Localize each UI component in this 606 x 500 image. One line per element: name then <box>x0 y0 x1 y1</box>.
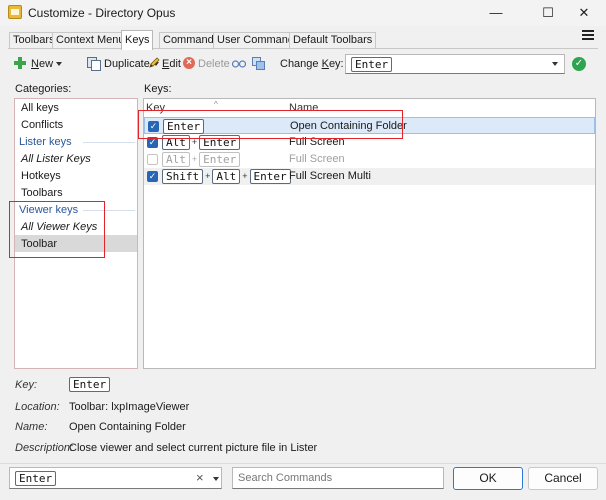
command-name: Full Screen Multi <box>289 170 371 182</box>
table-row[interactable]: ✓ Shift + Alt + Enter Full Screen Multi <box>144 168 595 185</box>
key-chip: Alt <box>212 169 241 184</box>
category-toolbars[interactable]: Toolbars <box>21 185 63 202</box>
change-key-label: Change Key: <box>280 58 344 70</box>
category-all-lister-keys[interactable]: All Lister Keys <box>21 151 91 168</box>
cancel-button[interactable]: Cancel <box>528 467 598 490</box>
command-name: Full Screen <box>289 153 345 165</box>
tab-divider <box>8 48 598 49</box>
ok-button[interactable]: OK <box>453 467 523 490</box>
key-chip: Shift <box>162 169 204 184</box>
key-chip: Enter <box>351 57 393 72</box>
detail-location-value: Toolbar: lxpImageViewer <box>69 401 190 413</box>
change-key-input[interactable]: Enter <box>345 54 565 74</box>
detail-name-label: Name: <box>15 421 48 433</box>
search-placeholder: Search Commands <box>238 472 333 484</box>
glasses-icon[interactable] <box>232 58 246 68</box>
delete-button[interactable]: Delete <box>198 55 230 73</box>
close-button[interactable]: ✕ <box>562 0 606 26</box>
key-combo: Shift + Alt + Enter <box>162 169 291 184</box>
divider <box>83 142 135 143</box>
detail-description-label: Description: <box>15 442 74 454</box>
categories-label: Categories: <box>15 83 72 95</box>
category-all-keys[interactable]: All keys <box>21 100 59 117</box>
checkbox[interactable]: ✓ <box>147 171 158 182</box>
duplicate-icon <box>87 57 101 71</box>
plus-separator: + <box>205 171 211 181</box>
tab-default-toolbars[interactable]: Default Toolbars <box>289 32 377 48</box>
detail-key-label: Key: <box>15 379 38 391</box>
key-combo: Alt + Enter <box>162 152 241 167</box>
plus-icon <box>14 57 26 69</box>
apply-check-icon[interactable]: ✓ <box>572 57 586 71</box>
detail-name-value: Open Containing Folder <box>69 421 186 433</box>
chevron-down-icon[interactable] <box>213 477 219 481</box>
minimize-button[interactable]: — <box>474 0 518 26</box>
delete-icon: × <box>183 57 195 69</box>
pencil-icon <box>149 57 160 68</box>
search-commands-input[interactable]: Search Commands <box>232 467 444 489</box>
lister-keys-heading: Lister keys <box>19 136 72 148</box>
clear-icon[interactable]: × <box>196 470 204 485</box>
edit-button[interactable]: Edit <box>162 55 181 73</box>
window-icon[interactable] <box>252 57 265 70</box>
category-hotkeys[interactable]: Hotkeys <box>21 168 61 185</box>
chevron-down-icon[interactable] <box>552 62 558 66</box>
checkbox[interactable] <box>147 154 158 165</box>
hamburger-menu-icon[interactable] <box>582 30 594 42</box>
window-title: Customize - Directory Opus <box>28 6 176 20</box>
detail-description-value: Close viewer and select current picture … <box>69 442 318 454</box>
keys-label: Keys: <box>144 83 172 95</box>
key-chip: Enter <box>199 152 241 167</box>
chevron-down-icon <box>56 62 63 67</box>
tab-keys[interactable]: Keys <box>121 30 154 50</box>
plus-separator: + <box>191 154 198 164</box>
key-chip: Enter <box>249 169 291 184</box>
highlight-box <box>9 201 105 258</box>
key-filter-input[interactable]: Enter × <box>9 467 222 489</box>
detail-key-value: Enter <box>69 377 111 392</box>
key-chip: Enter <box>15 471 57 486</box>
directory-opus-icon <box>8 5 22 19</box>
category-conflicts[interactable]: Conflicts <box>21 117 63 134</box>
detail-location-label: Location: <box>15 401 60 413</box>
new-button[interactable]: New <box>31 55 63 73</box>
plus-separator: + <box>242 171 248 181</box>
table-row[interactable]: Alt + Enter Full Screen <box>144 151 595 168</box>
bottom-divider <box>0 463 606 464</box>
key-chip: Alt <box>162 152 190 167</box>
highlight-box <box>138 110 403 139</box>
